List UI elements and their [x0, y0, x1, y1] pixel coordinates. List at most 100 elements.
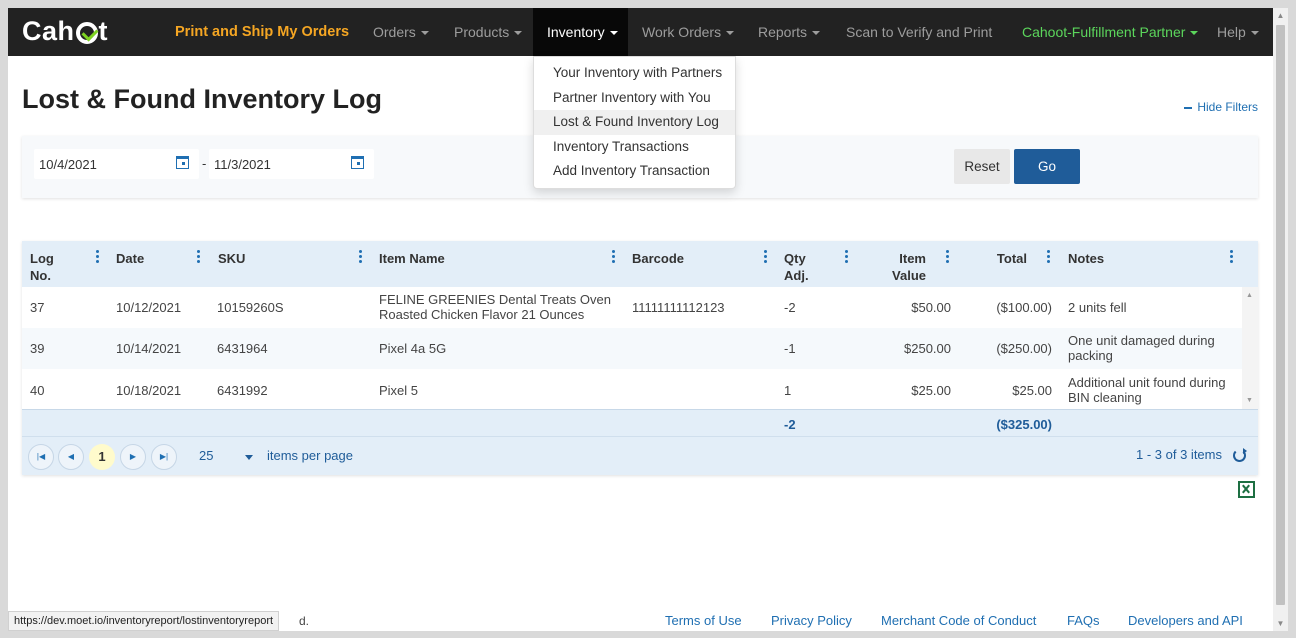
- cell-total: $25.00: [1012, 383, 1052, 398]
- cell-qty: -2: [784, 300, 796, 315]
- scroll-up-icon[interactable]: ▲: [1246, 292, 1253, 299]
- browser-window: Cah t Print and Ship My Orders Orders Pro…: [8, 8, 1273, 631]
- caret-down-icon: [514, 31, 523, 36]
- caret-down-icon: [1250, 31, 1259, 36]
- prev-page-icon[interactable]: ◀: [58, 444, 84, 470]
- header-barcode[interactable]: Barcode: [632, 250, 684, 267]
- footer-faqs-link[interactable]: FAQs: [1067, 613, 1100, 628]
- column-menu-icon[interactable]: [197, 250, 200, 263]
- cell-qty: 1: [784, 383, 792, 398]
- column-menu-icon[interactable]: [1230, 250, 1233, 263]
- chevron-down-icon[interactable]: [245, 455, 253, 460]
- header-log-no[interactable]: Log No.: [30, 250, 54, 284]
- cell-item-name: Pixel 5: [379, 383, 419, 398]
- menu-item-inventory-transactions[interactable]: Inventory Transactions: [534, 135, 735, 160]
- page-scrollbar[interactable]: ▲ ▼: [1273, 8, 1288, 631]
- header-item-value[interactable]: Item Value: [872, 250, 926, 284]
- nav-orders[interactable]: Orders: [373, 8, 429, 56]
- column-menu-icon[interactable]: [764, 250, 767, 263]
- start-date-picker[interactable]: 10/4/2021: [34, 149, 199, 179]
- menu-item-lost-found[interactable]: Lost & Found Inventory Log: [534, 110, 735, 135]
- minus-icon: [1184, 106, 1193, 109]
- cell-date: 10/18/2021: [116, 383, 182, 398]
- nav-scan-verify[interactable]: Scan to Verify and Print: [846, 8, 992, 56]
- column-menu-icon[interactable]: [946, 250, 949, 263]
- table-row[interactable]: 40 10/18/2021 6431992 Pixel 5 1 $25.00 $…: [22, 369, 1242, 410]
- header-total[interactable]: Total: [972, 250, 1027, 267]
- last-page-icon[interactable]: ▶|: [151, 444, 177, 470]
- scroll-down-icon[interactable]: ▼: [1273, 616, 1288, 631]
- column-menu-icon[interactable]: [359, 250, 362, 263]
- excel-export-icon[interactable]: [1238, 481, 1255, 498]
- status-bar-url: https://dev.moet.io/inventoryreport/lost…: [8, 611, 280, 631]
- first-page-icon[interactable]: |◀: [28, 444, 54, 470]
- nav-partner[interactable]: Cahoot-Fulfillment Partner: [1022, 8, 1199, 56]
- header-sku[interactable]: SKU: [218, 250, 245, 267]
- column-menu-icon[interactable]: [1047, 250, 1050, 263]
- grid-header: Log No. Date SKU Item Name Barcode Qty Adj…: [22, 241, 1258, 287]
- scroll-down-icon[interactable]: ▼: [1246, 397, 1253, 404]
- calendar-icon[interactable]: [176, 156, 189, 169]
- menu-item-partner-inventory[interactable]: Partner Inventory with You: [534, 86, 735, 111]
- footer-developers-link[interactable]: Developers and API: [1128, 613, 1243, 628]
- items-per-page-label: items per page: [267, 448, 353, 463]
- cell-item-name: FELINE GREENIES Dental Treats Oven Roaste…: [379, 292, 611, 322]
- table-row[interactable]: 39 10/14/2021 6431964 Pixel 4a 5G -1 $25…: [22, 328, 1242, 369]
- header-item-name[interactable]: Item Name: [379, 250, 445, 267]
- table-row[interactable]: 37 10/12/2021 10159260S FELINE GREENIES …: [22, 287, 1242, 328]
- grid-body: 37 10/12/2021 10159260S FELINE GREENIES …: [22, 287, 1242, 409]
- go-button[interactable]: Go: [1014, 149, 1080, 184]
- top-navbar: Cah t Print and Ship My Orders Orders Pro…: [8, 8, 1273, 56]
- inventory-dropdown-menu: Your Inventory with Partners Partner Inv…: [533, 56, 736, 189]
- cahoot-logo[interactable]: Cah t: [22, 16, 108, 47]
- page-title: Lost & Found Inventory Log: [22, 84, 382, 114]
- page-size-select[interactable]: 25: [199, 448, 213, 463]
- current-page-number[interactable]: 1: [89, 444, 115, 470]
- footer-terms-link[interactable]: Terms of Use: [665, 613, 742, 628]
- nav-reports[interactable]: Reports: [758, 8, 821, 56]
- calendar-icon[interactable]: [351, 156, 364, 169]
- scrollbar-thumb[interactable]: [1276, 25, 1285, 605]
- reset-button[interactable]: Reset: [954, 149, 1010, 184]
- column-menu-icon[interactable]: [845, 250, 848, 263]
- footer-merchant-link[interactable]: Merchant Code of Conduct: [881, 613, 1036, 628]
- total-qty: -2: [784, 417, 796, 432]
- footer-copyright-tail: d.: [299, 614, 310, 628]
- cell-sku: 6431992: [217, 383, 268, 398]
- start-date-input[interactable]: 10/4/2021: [39, 157, 97, 172]
- end-date-input[interactable]: 11/3/2021: [214, 157, 271, 172]
- nav-work-orders[interactable]: Work Orders: [642, 8, 735, 56]
- footer-privacy-link[interactable]: Privacy Policy: [771, 613, 852, 628]
- next-page-icon[interactable]: ▶: [120, 444, 146, 470]
- column-menu-icon[interactable]: [96, 250, 99, 263]
- end-date-picker[interactable]: 11/3/2021: [209, 149, 374, 179]
- cell-item-value: $50.00: [911, 300, 951, 315]
- refresh-icon[interactable]: [1233, 448, 1247, 462]
- scroll-up-icon[interactable]: ▲: [1273, 8, 1288, 23]
- nav-help[interactable]: Help: [1217, 8, 1259, 56]
- caret-down-icon: [1190, 31, 1199, 36]
- header-qty-adj[interactable]: Qty Adj.: [784, 250, 809, 284]
- grid-scrollbar[interactable]: ▲ ▼: [1242, 287, 1258, 409]
- header-notes[interactable]: Notes: [1068, 250, 1104, 267]
- total-amount: ($325.00): [996, 417, 1052, 432]
- nav-products[interactable]: Products: [454, 8, 523, 56]
- cell-sku: 10159260S: [217, 300, 284, 315]
- header-date[interactable]: Date: [116, 250, 144, 267]
- hide-filters-link[interactable]: Hide Filters: [1184, 100, 1258, 114]
- cell-sku: 6431964: [217, 341, 268, 356]
- cell-date: 10/12/2021: [116, 300, 182, 315]
- caret-down-icon: [420, 31, 429, 36]
- caret-down-icon: [726, 31, 735, 36]
- cell-item-value: $25.00: [911, 383, 951, 398]
- column-menu-icon[interactable]: [612, 250, 615, 263]
- grid-totals-row: -2 ($325.00): [22, 409, 1258, 436]
- date-separator: -: [202, 156, 207, 171]
- nav-print-ship[interactable]: Print and Ship My Orders: [175, 8, 349, 56]
- cell-total: ($100.00): [996, 300, 1052, 315]
- nav-inventory[interactable]: Inventory: [533, 8, 628, 56]
- menu-item-add-transaction[interactable]: Add Inventory Transaction: [534, 159, 735, 184]
- menu-item-your-inventory[interactable]: Your Inventory with Partners: [534, 61, 735, 86]
- cell-log-no: 40: [30, 383, 45, 398]
- logo-check-icon: [75, 21, 98, 44]
